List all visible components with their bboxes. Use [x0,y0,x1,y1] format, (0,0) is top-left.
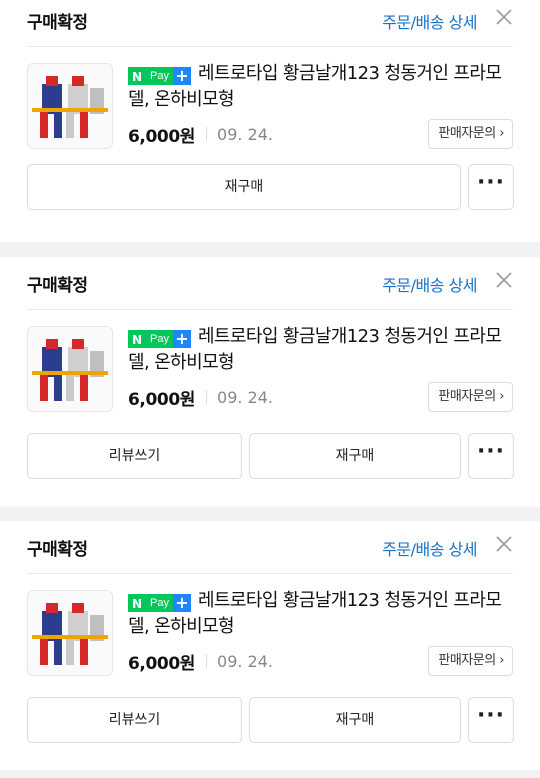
product-thumbnail[interactable] [27,326,113,412]
product-title[interactable]: 레트로타입 황금날개123 청동거인 프라모델, 온하비모형 [128,588,518,640]
more-icon[interactable]: ··· [468,164,514,210]
price-row: 6,000원 09. 24. [128,649,273,674]
close-icon[interactable] [495,271,513,289]
order-detail-link[interactable]: 주문/배송 상세 [382,9,477,33]
order-date: 09. 24. [217,387,273,407]
rebuy-button[interactable]: 재구매 [27,164,461,210]
product-thumbnail[interactable] [27,63,113,149]
price-row: 6,000원 09. 24. [128,122,273,147]
divider [206,654,208,668]
price: 6,000원 [128,126,196,147]
more-icon[interactable]: ··· [468,433,514,479]
order-detail-link[interactable]: 주문/배송 상세 [382,536,477,560]
divider [206,127,208,141]
close-icon[interactable] [495,8,513,26]
robot-figure-image [28,64,112,148]
order-detail-link[interactable]: 주문/배송 상세 [382,272,477,296]
order-date: 09. 24. [217,124,273,144]
product-thumbnail[interactable] [27,590,113,676]
product-title[interactable]: 레트로타입 황금날개123 청동거인 프라모델, 온하비모형 [128,324,518,376]
order-status: 구매확정 [27,540,88,560]
order-card: 구매확정 주문/배송 상세 N Pay + 레트로타입 황금날개123 청동거인… [0,257,540,507]
robot-figure-image [28,327,112,411]
divider [206,390,208,404]
price: 6,000원 [128,389,196,410]
seller-inquiry-button[interactable]: 판매자문의 › [428,646,513,676]
order-card: 구매확정 주문/배송 상세 N Pay + 레트로타입 황금날개123 청동거인… [0,0,540,242]
rebuy-button[interactable]: 재구매 [249,433,461,479]
price-row: 6,000원 09. 24. [128,385,273,410]
price: 6,000원 [128,653,196,674]
order-header: 구매확정 주문/배송 상세 [27,0,513,47]
order-date: 09. 24. [217,651,273,671]
order-card: 구매확정 주문/배송 상세 N Pay + 레트로타입 황금날개123 청동거인… [0,521,540,770]
order-header: 구매확정 주문/배송 상세 [27,257,513,310]
write-review-button[interactable]: 리뷰쓰기 [27,697,242,743]
rebuy-button[interactable]: 재구매 [249,697,461,743]
order-status: 구매확정 [27,276,88,296]
seller-inquiry-button[interactable]: 판매자문의 › [428,382,513,412]
product-title[interactable]: 레트로타입 황금날개123 청동거인 프라모델, 온하비모형 [128,61,518,113]
write-review-button[interactable]: 리뷰쓰기 [27,433,242,479]
robot-figure-image [28,591,112,675]
close-icon[interactable] [495,535,513,553]
order-status: 구매확정 [27,13,88,33]
order-header: 구매확정 주문/배송 상세 [27,521,513,574]
more-icon[interactable]: ··· [468,697,514,743]
seller-inquiry-button[interactable]: 판매자문의 › [428,119,513,149]
